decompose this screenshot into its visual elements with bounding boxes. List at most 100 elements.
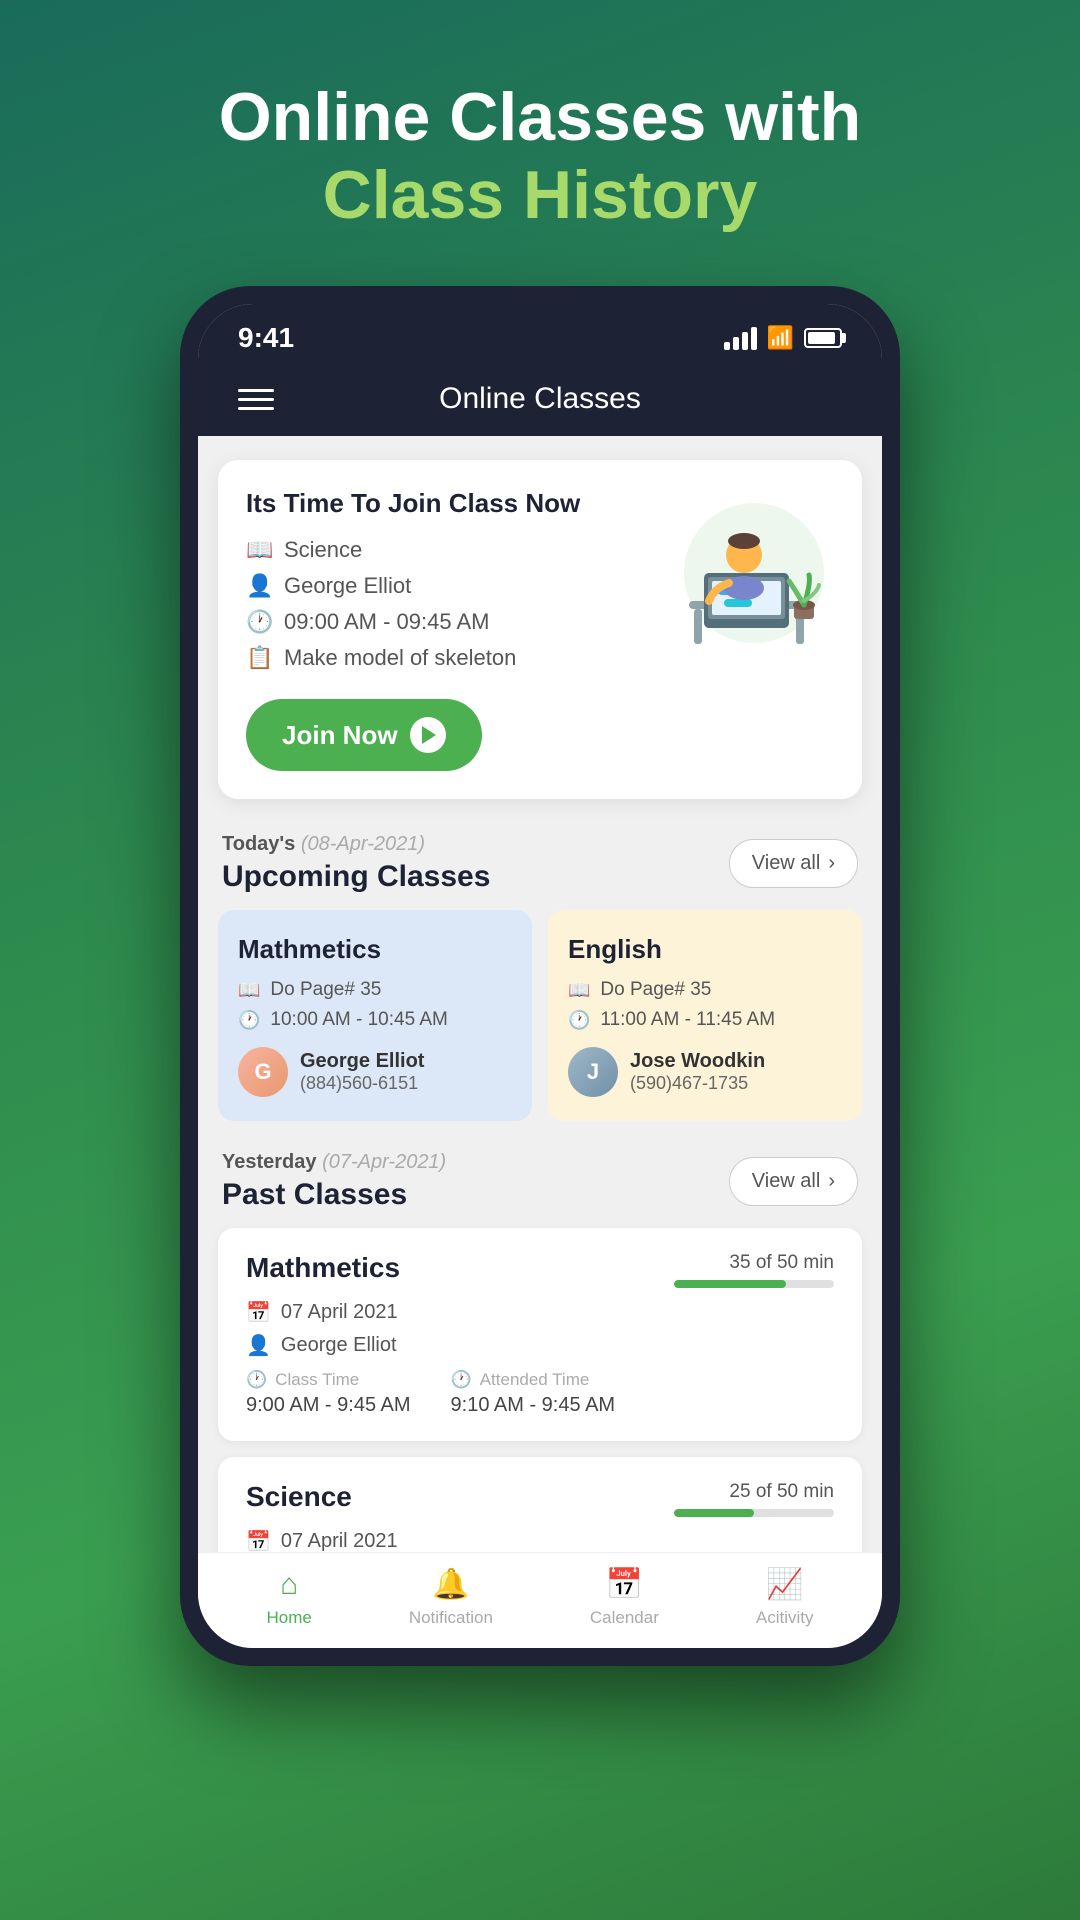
join-card-teacher-row: 👤 George Elliot <box>246 573 634 599</box>
join-card-info: Its Time To Join Class Now 📖 Science 👤 G… <box>246 488 634 771</box>
book-icon-english: 📖 <box>568 980 590 1001</box>
signal-icon <box>724 327 757 350</box>
english-class-name: English <box>568 934 842 965</box>
math-task: Do Page# 35 <box>270 979 381 1001</box>
hamburger-menu[interactable] <box>238 389 274 410</box>
past-math-progress-bar <box>674 1280 834 1288</box>
past-math-date: 07 April 2021 <box>281 1301 398 1324</box>
calendar-icon-past-science: 📅 <box>246 1529 271 1552</box>
calendar-icon-past-math: 📅 <box>246 1300 271 1325</box>
past-science-progress: 25 of 50 min <box>674 1481 834 1517</box>
upcoming-date: Today's (08-Apr-2021) <box>222 833 490 856</box>
headline-section: Online Classes with Class History <box>179 0 901 286</box>
note-icon: 📋 <box>246 645 272 671</box>
math-time: 10:00 AM - 10:45 AM <box>270 1009 447 1031</box>
english-class-card: English 📖 Do Page# 35 🕐 11:00 AM - 11:45… <box>548 910 862 1121</box>
phone-frame: 9:41 📶 Online Classes <box>180 286 900 1666</box>
past-math-date-row: 📅 07 April 2021 <box>246 1300 834 1325</box>
past-math-attended-value: 9:10 AM - 9:45 AM <box>451 1394 616 1417</box>
join-btn-label: Join Now <box>282 720 398 751</box>
math-teacher-row: G George Elliot (884)560-6151 <box>238 1047 512 1097</box>
upcoming-section-title: Upcoming Classes <box>222 860 490 894</box>
join-card-description: Make model of skeleton <box>284 645 516 671</box>
past-section-header: Yesterday (07-Apr-2021) Past Classes Vie… <box>198 1141 882 1228</box>
upcoming-section-header: Today's (08-Apr-2021) Upcoming Classes V… <box>198 823 882 910</box>
bottom-nav-home[interactable]: ⌂ Home <box>266 1568 311 1628</box>
english-task: Do Page# 35 <box>600 979 711 1001</box>
status-time: 9:41 <box>238 322 294 354</box>
english-teacher-info: Jose Woodkin (590)467-1735 <box>630 1050 765 1094</box>
calendar-label: Calendar <box>590 1608 659 1628</box>
activity-icon: 📈 <box>766 1567 803 1602</box>
clock-icon-attended: 🕐 <box>451 1370 472 1390</box>
math-class-card: Mathmetics 📖 Do Page# 35 🕐 10:00 AM - 10… <box>218 910 532 1121</box>
bottom-nav-activity[interactable]: 📈 Acitivity <box>756 1567 814 1628</box>
past-view-all-label: View all <box>752 1170 821 1193</box>
status-bar: 9:41 📶 <box>198 304 882 364</box>
past-section-left: Yesterday (07-Apr-2021) Past Classes <box>222 1151 446 1212</box>
book-icon: 📖 <box>246 537 272 563</box>
status-icons: 📶 <box>724 325 842 351</box>
past-science-date: 07 April 2021 <box>281 1530 398 1552</box>
jose-avatar: J <box>568 1047 618 1097</box>
clock-icon-english: 🕐 <box>568 1010 590 1031</box>
past-math-progress: 35 of 50 min <box>674 1252 834 1288</box>
person-icon: 👤 <box>246 573 272 599</box>
notification-label: Notification <box>409 1608 493 1628</box>
past-science-progress-bar <box>674 1509 834 1517</box>
join-card-title: Its Time To Join Class Now <box>246 488 634 519</box>
join-card-subject: Science <box>284 537 362 563</box>
english-teacher-phone: (590)467-1735 <box>630 1073 765 1094</box>
join-card-time-row: 🕐 09:00 AM - 09:45 AM <box>246 609 634 635</box>
past-science-progress-label: 25 of 50 min <box>674 1481 834 1503</box>
george-avatar: G <box>238 1047 288 1097</box>
battery-icon <box>804 328 842 348</box>
bottom-nav-notification[interactable]: 🔔 Notification <box>409 1567 493 1628</box>
clock-icon-class-time: 🕐 <box>246 1370 267 1390</box>
english-teacher-name: Jose Woodkin <box>630 1050 765 1073</box>
past-section-title: Past Classes <box>222 1178 446 1212</box>
bottom-nav-calendar[interactable]: 📅 Calendar <box>590 1567 659 1628</box>
past-date-value: (07-Apr-2021) <box>322 1151 446 1173</box>
past-math-attended-label: 🕐 Attended Time <box>451 1370 616 1390</box>
class-illustration <box>634 488 834 658</box>
past-math-times: 🕐 Class Time 9:00 AM - 9:45 AM 🕐 Attende… <box>246 1370 834 1417</box>
clock-icon-math: 🕐 <box>238 1010 260 1031</box>
past-science-date-row: 📅 07 April 2021 <box>246 1529 834 1552</box>
join-card-desc-row: 📋 Make model of skeleton <box>246 645 634 671</box>
wifi-icon: 📶 <box>767 325 794 351</box>
person-icon-past-math: 👤 <box>246 1333 271 1358</box>
bottom-nav: ⌂ Home 🔔 Notification 📅 Calendar 📈 Aciti… <box>198 1552 882 1648</box>
headline-line1: Online Classes with <box>219 80 861 155</box>
play-icon <box>410 717 446 753</box>
math-teacher-phone: (884)560-6151 <box>300 1073 424 1094</box>
activity-label: Acitivity <box>756 1608 814 1628</box>
english-teacher-row: J Jose Woodkin (590)467-1735 <box>568 1047 842 1097</box>
past-math-attended-time-group: 🕐 Attended Time 9:10 AM - 9:45 AM <box>451 1370 616 1417</box>
upcoming-section-left: Today's (08-Apr-2021) Upcoming Classes <box>222 833 490 894</box>
past-math-teacher-row: 👤 George Elliot <box>246 1333 834 1358</box>
book-icon-math: 📖 <box>238 980 260 1001</box>
app-nav-bar: Online Classes <box>198 364 882 436</box>
english-task-row: 📖 Do Page# 35 <box>568 979 842 1001</box>
past-science-progress-fill <box>674 1509 754 1517</box>
upcoming-date-value: (08-Apr-2021) <box>301 833 425 855</box>
join-card-teacher: George Elliot <box>284 573 411 599</box>
content-area[interactable]: Its Time To Join Class Now 📖 Science 👤 G… <box>198 436 882 1552</box>
past-date: Yesterday (07-Apr-2021) <box>222 1151 446 1174</box>
join-now-button[interactable]: Join Now <box>246 699 482 771</box>
past-view-all-button[interactable]: View all › <box>729 1157 858 1206</box>
upcoming-view-all-button[interactable]: View all › <box>729 839 858 888</box>
chevron-right-icon: › <box>828 852 835 875</box>
past-math-class-time-value: 9:00 AM - 9:45 AM <box>246 1394 411 1417</box>
past-science-card: Science 25 of 50 min 📅 07 April 2021 👤 <box>218 1457 862 1552</box>
past-math-card: Mathmetics 35 of 50 min 📅 07 April 2021 … <box>218 1228 862 1441</box>
phone-screen: 9:41 📶 Online Classes <box>198 304 882 1648</box>
join-card-time: 09:00 AM - 09:45 AM <box>284 609 489 635</box>
math-teacher-info: George Elliot (884)560-6151 <box>300 1050 424 1094</box>
past-math-class-time-group: 🕐 Class Time 9:00 AM - 9:45 AM <box>246 1370 411 1417</box>
notification-icon: 🔔 <box>432 1567 469 1602</box>
past-math-progress-label: 35 of 50 min <box>674 1252 834 1274</box>
math-task-row: 📖 Do Page# 35 <box>238 979 512 1001</box>
math-time-row: 🕐 10:00 AM - 10:45 AM <box>238 1009 512 1031</box>
